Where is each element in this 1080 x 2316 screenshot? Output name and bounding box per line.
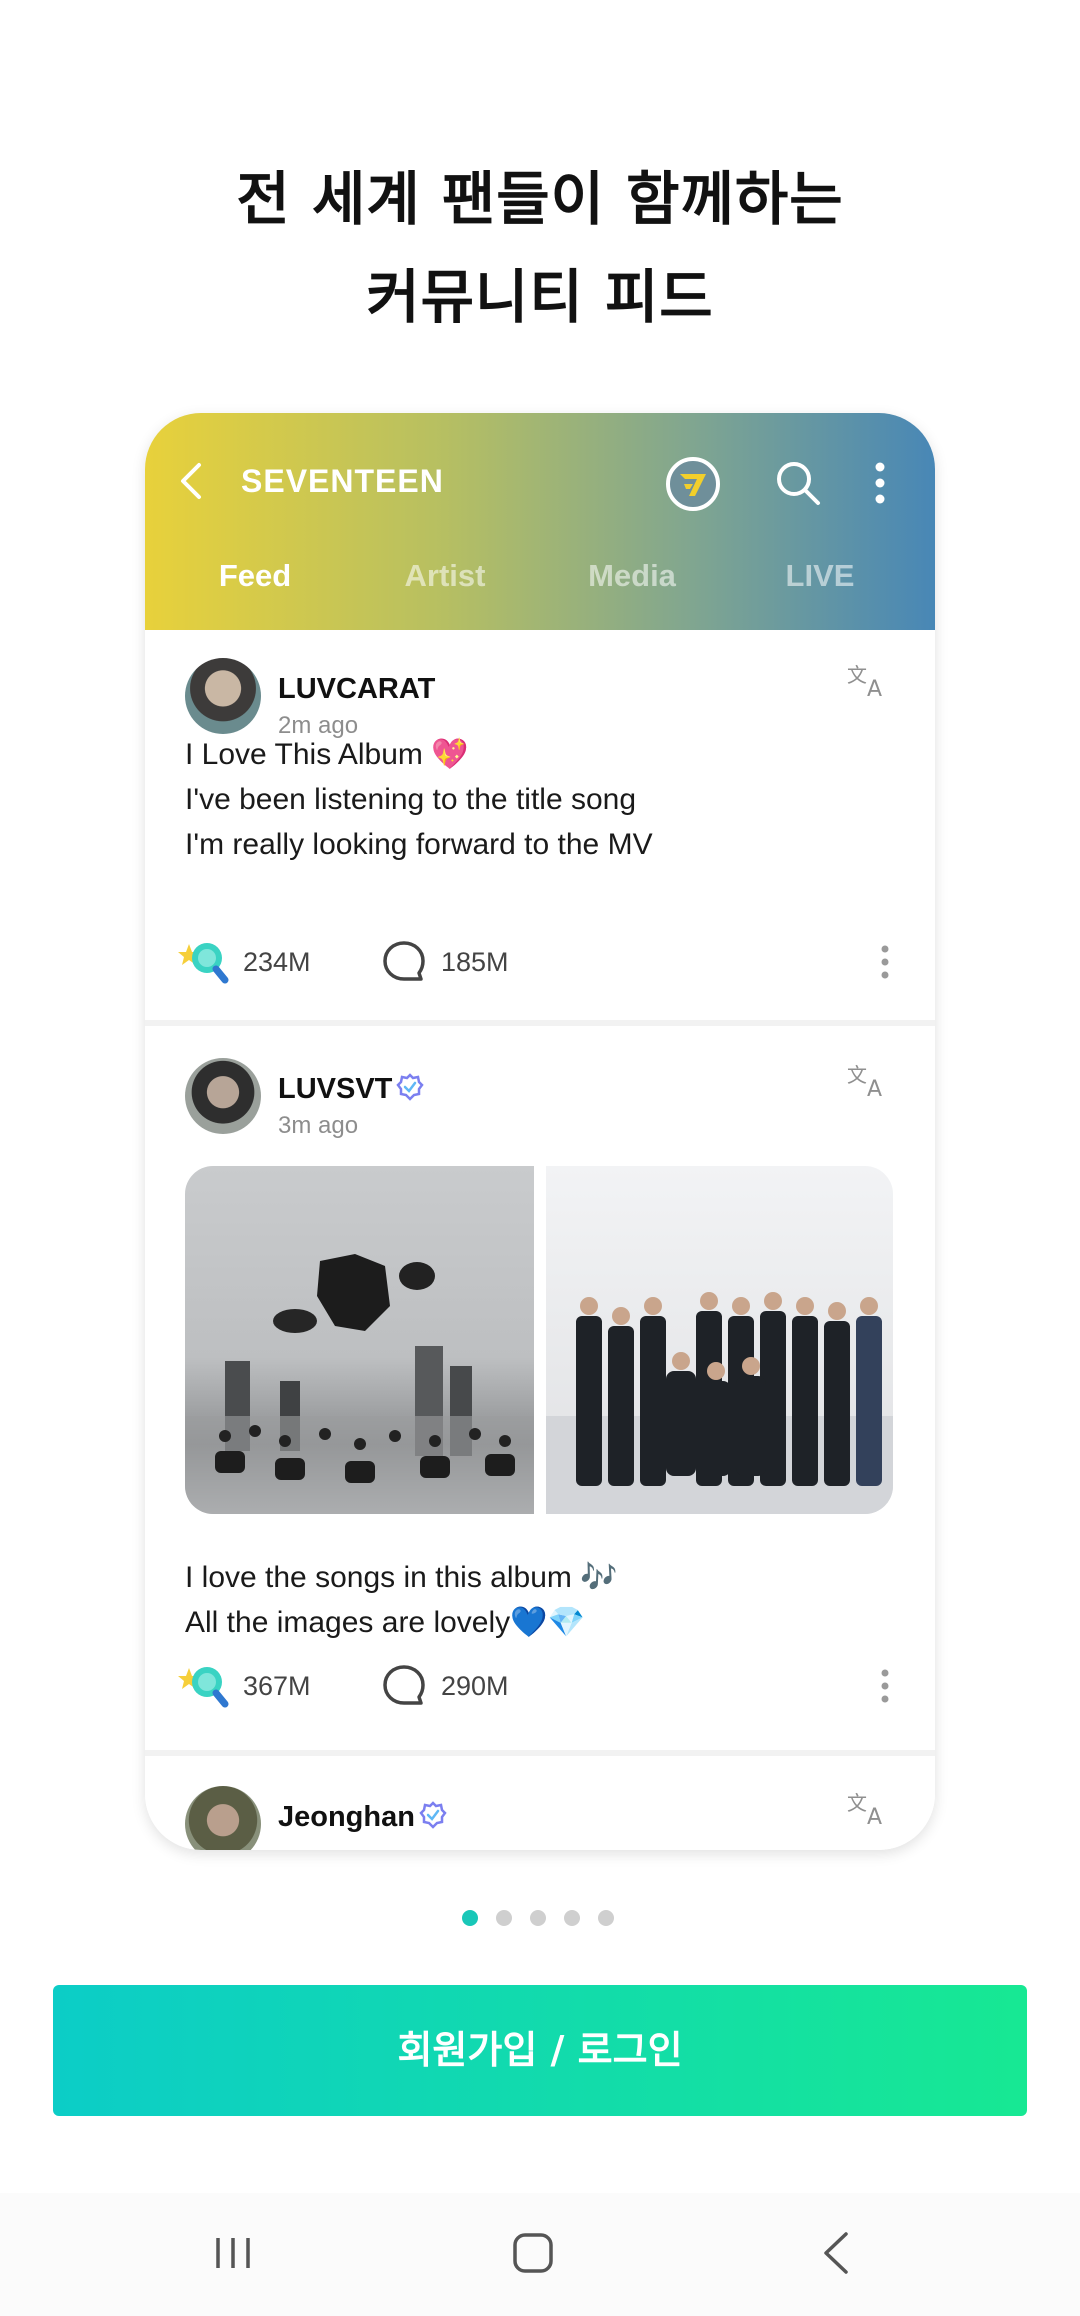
post-image[interactable] [546, 1166, 893, 1514]
feed-post[interactable]: LUVCARAT 2m ago 文 A I Love This Album 💖 … [145, 630, 935, 1030]
svg-text:A: A [867, 677, 882, 700]
svg-text:文: 文 [847, 663, 867, 687]
tab-live[interactable]: LIVE [725, 558, 915, 594]
post-more-icon[interactable] [880, 944, 890, 980]
post-line: I've been listening to the title song [185, 783, 637, 816]
post-body: I love the songs in this album 🎶 All the… [185, 1555, 618, 1645]
tab-feed[interactable]: Feed [160, 558, 350, 594]
page-dot[interactable] [564, 1910, 580, 1926]
translate-icon[interactable]: 文 A [845, 1788, 893, 1828]
group-photo [546, 1292, 893, 1514]
recent-apps-icon[interactable] [210, 2228, 256, 2278]
seventeen-logo-icon[interactable] [665, 456, 721, 512]
post-username[interactable]: LUVSVT [278, 1073, 425, 1106]
lightstick-like-icon[interactable] [177, 1660, 231, 1710]
svg-text:文: 文 [847, 1063, 867, 1087]
more-vertical-icon[interactable] [873, 461, 887, 505]
feed-post[interactable]: LUVSVT 3m ago 文 A I love the songs in th… [145, 1026, 935, 1756]
verified-badge-icon [419, 1801, 447, 1829]
post-line: I Love This Album 💖 [185, 738, 469, 771]
headline-line-2: 커뮤니티 피드 [366, 263, 714, 331]
headline-line-1: 전 세계 팬들이 함께하는 [236, 165, 844, 233]
post-username[interactable]: Jeonghan [278, 1801, 447, 1834]
verified-badge-icon [396, 1073, 425, 1101]
post-more-icon[interactable] [880, 1668, 890, 1704]
page-dot[interactable] [598, 1910, 614, 1926]
nav-back-icon[interactable] [818, 2228, 854, 2278]
phone-preview: SEVENTEEN Feed Artist Media LIVE LUVCARA… [145, 413, 935, 1850]
svg-text:A: A [867, 1077, 882, 1100]
album-concept-photo [185, 1254, 534, 1514]
headline: 전 세계 팬들이 함께하는 커뮤니티 피드 [0, 150, 1080, 346]
post-image[interactable] [185, 1166, 534, 1514]
translate-icon[interactable]: 文 A [845, 660, 893, 700]
comment-icon[interactable] [381, 1663, 427, 1709]
post-username[interactable]: LUVCARAT [278, 673, 435, 706]
svg-text:A: A [867, 1805, 882, 1828]
lightstick-like-icon[interactable] [177, 936, 231, 986]
system-navigation-bar [0, 2193, 1080, 2316]
svg-text:文: 文 [847, 1791, 867, 1815]
avatar[interactable] [185, 1058, 261, 1134]
post-image-gallery[interactable] [185, 1166, 893, 1514]
post-line: All the images are lovely💙💎 [185, 1606, 585, 1639]
like-count: 367M [243, 1671, 311, 1701]
post-username-text: LUVSVT [278, 1073, 393, 1105]
comment-count: 185M [441, 947, 509, 977]
community-title: SEVENTEEN [241, 463, 444, 499]
community-tabs: Feed Artist Media LIVE [145, 558, 935, 608]
tab-media[interactable]: Media [537, 558, 727, 594]
page-dot[interactable] [530, 1910, 546, 1926]
avatar[interactable] [185, 1786, 261, 1850]
post-line: I love the songs in this album 🎶 [185, 1561, 618, 1594]
page-dot[interactable] [496, 1910, 512, 1926]
home-icon[interactable] [510, 2228, 556, 2278]
post-line: I'm really looking forward to the MV [185, 828, 653, 861]
community-header: SEVENTEEN Feed Artist Media LIVE [145, 413, 935, 630]
post-time: 3m ago [278, 1112, 359, 1139]
search-icon[interactable] [773, 458, 823, 508]
avatar[interactable] [185, 658, 261, 734]
like-count: 234M [243, 947, 311, 977]
comment-count: 290M [441, 1671, 509, 1701]
feed-post[interactable]: Jeonghan 文 A [145, 1756, 935, 1850]
tab-artist[interactable]: Artist [350, 558, 540, 594]
translate-icon[interactable]: 文 A [845, 1060, 893, 1100]
back-chevron-icon[interactable] [177, 461, 205, 501]
signup-login-button[interactable]: 회원가입 / 로그인 [53, 1985, 1027, 2116]
comment-icon[interactable] [381, 939, 427, 985]
page-indicator [0, 1910, 1080, 1930]
post-username-text: Jeonghan [278, 1801, 415, 1833]
post-body: I Love This Album 💖 I've been listening … [185, 732, 653, 867]
page-dot[interactable] [462, 1910, 478, 1926]
